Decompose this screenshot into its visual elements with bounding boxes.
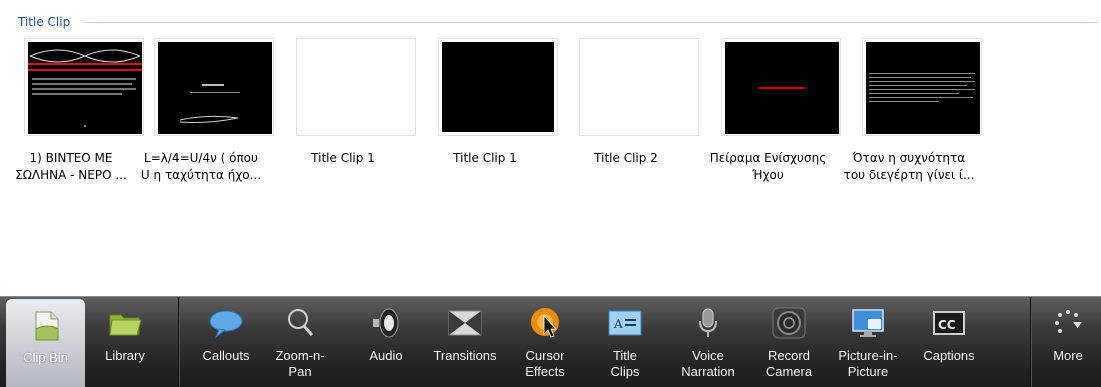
toolbar-label: Cursor Effects [525,348,565,379]
clip-thumbnail[interactable] [24,38,144,136]
section-header: Title Clip [18,9,1098,31]
toolbar-zoom-n-pan[interactable]: Zoom-n- Pan [264,297,336,387]
toolbar-label: Picture-in- Picture [838,348,898,379]
clip-item[interactable]: Title Clip 1 [414,38,558,188]
clip-thumbnail[interactable] [438,38,558,136]
toolbar-library[interactable]: Library [85,297,165,387]
clip-thumbnail[interactable] [579,38,699,136]
title-text-icon: A [608,307,642,339]
folder-icon [108,307,142,339]
clip-thumbnail-image [300,42,412,132]
camera-lens-icon [772,307,806,339]
clip-label: Title Clip 2 [594,151,658,165]
clip-item[interactable]: L=λ/4=U/4ν ( όπου U η ταχύτητα ήχο... [130,38,274,188]
toolbar-picture-in-picture[interactable]: Picture-in- Picture [824,297,912,387]
clip-item[interactable]: Title Clip 2 [555,38,699,188]
clip-thumbnail[interactable] [154,38,274,136]
toolbar-separator [178,297,180,387]
toolbar-label: Callouts [202,348,250,363]
clip-thumbnail-image [28,42,142,134]
microphone-icon [691,307,725,339]
clip-label: 1) ΒΙΝΤΕΟ ΜΕ ΣΩΛΗΝΑ - ΝΕΡΟ ... [15,151,127,182]
clip-item[interactable]: Title Clip 1 [272,38,416,188]
toolbar-title-clips[interactable]: A Title Clips [590,297,660,387]
toolbar-separator [1030,297,1032,387]
cc-icon: CC [932,307,966,339]
clip-item[interactable]: Όταν η συχνότητα του διεγέρτη γίνει ί... [838,38,982,188]
toolbar-label: Record Camera [765,348,813,379]
toolbar-label: Zoom-n- Pan [275,348,325,379]
clip-label: L=λ/4=U/4ν ( όπου U η ταχύτητα ήχο... [140,151,262,182]
clip-thumbnail-image [866,42,980,134]
svg-text:CC: CC [938,318,956,332]
clip-thumbnail-image [442,42,554,132]
toolbar-captions[interactable]: CC Captions [914,297,984,387]
svg-text:A: A [613,317,623,331]
transitions-icon [448,307,482,339]
clip-item[interactable]: 1) ΒΙΝΤΕΟ ΜΕ ΣΩΛΗΝΑ - ΝΕΡΟ ... [0,38,144,188]
toolbar-record-camera[interactable]: Record Camera [754,297,824,387]
clip-label: Title Clip 1 [311,151,375,165]
speech-bubble-icon [209,307,243,339]
toolbar-label: Audio [369,348,403,363]
section-divider [84,22,1098,23]
toolbar-cursor-effects[interactable]: Cursor Effects [512,297,578,387]
toolbar-clip-bin[interactable]: Clip Bin [6,299,85,387]
cursor-highlight-icon [528,307,562,339]
section-title: Title Clip [18,15,71,29]
monitor-icon [851,307,885,339]
clip-thumbnail[interactable] [296,38,416,136]
clip-item[interactable]: Πείραμα Ενίσχυσης Ήχου [697,38,841,188]
toolbar-label: Title Clips [610,348,640,379]
clip-thumbnail-image [583,42,695,132]
toolbar-audio[interactable]: Audio [354,297,418,387]
clip-thumbnail-image [158,42,272,134]
toolbar-transitions[interactable]: Transitions [420,297,510,387]
clip-label: Title Clip 1 [453,151,517,165]
speaker-icon [369,307,403,339]
magnifier-icon [283,307,317,339]
clip-label: Πείραμα Ενίσχυσης Ήχου [709,151,827,182]
toolbar-label: Captions [923,348,975,363]
toolbar-label: Library [105,348,145,363]
toolbar-label: Clip Bin [23,350,68,365]
toolbar-callouts[interactable]: Callouts [188,297,264,387]
toolbar-more[interactable]: More [1038,297,1098,387]
toolbar-label: Transitions [433,348,497,363]
toolbar-label: More [1053,348,1083,363]
clip-bin-icon [29,309,63,341]
toolbar-label: Voice Narration [681,348,735,379]
clip-thumbnail[interactable] [721,38,841,136]
task-toolbar: Clip Bin Library Callouts Zoom-n- Pan Au… [0,296,1101,387]
clip-label: Όταν η συχνότητα του διεγέρτη γίνει ί... [843,151,975,182]
toolbar-voice-narration[interactable]: Voice Narration [670,297,746,387]
clip-thumbnail[interactable] [862,38,982,136]
clip-thumbnail-image [725,42,839,134]
more-dots-icon [1051,307,1085,339]
